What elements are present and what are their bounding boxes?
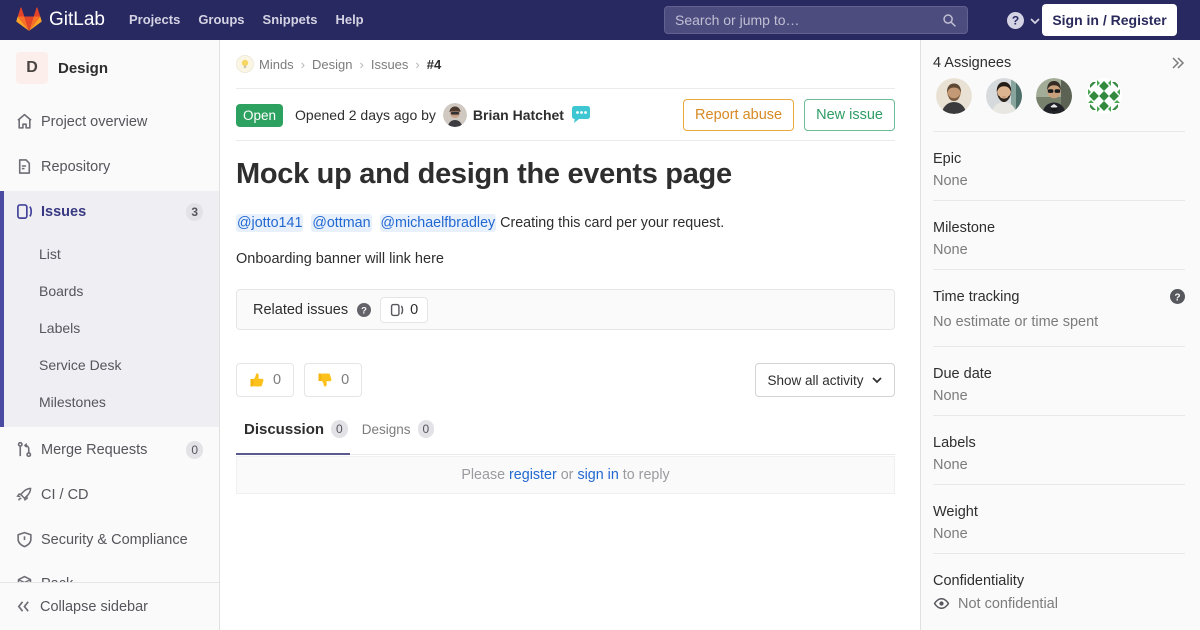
svg-text:?: ? [361, 305, 367, 316]
svg-text:?: ? [1174, 292, 1180, 303]
svg-text:?: ? [1012, 14, 1019, 28]
